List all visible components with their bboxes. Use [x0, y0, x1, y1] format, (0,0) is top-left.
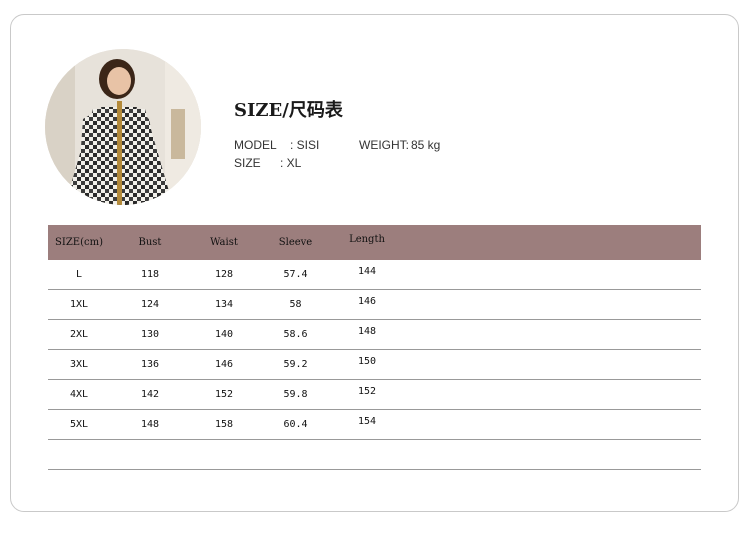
header-waist: Waist: [210, 237, 238, 248]
cell-waist: 152: [214, 389, 234, 400]
model-photo: [45, 49, 201, 205]
table-header: SIZE(cm) Bust Waist Sleeve Length: [48, 225, 701, 260]
table-row: 5XL 148 158 60.4 154: [48, 410, 701, 440]
table-row: 3XL 136 146 59.2 150: [48, 350, 701, 380]
cell-sleeve: 57.4: [283, 269, 308, 280]
cell-length: 144: [357, 266, 377, 277]
model-label: MODEL: [234, 138, 277, 152]
header-sleeve: Sleeve: [278, 237, 313, 248]
cell-length: 150: [357, 356, 377, 367]
page-title: SIZE/尺码表: [234, 100, 343, 121]
table-row: 1XL 124 134 58 146: [48, 290, 701, 320]
header-size: SIZE(cm): [55, 237, 103, 248]
cell-bust: 118: [140, 269, 160, 280]
cell-sleeve: 60.4: [283, 419, 308, 430]
table-row: L 118 128 57.4 144: [48, 260, 701, 290]
cell-size: 1XL: [69, 299, 89, 310]
cell-waist: 146: [214, 359, 234, 370]
table-row-empty: [48, 440, 701, 470]
cell-sleeve: 58.6: [283, 329, 308, 340]
cell-bust: 124: [140, 299, 160, 310]
cell-waist: 158: [214, 419, 234, 430]
weight-value: 85 kg: [411, 138, 441, 152]
model-value: : SISI: [290, 138, 320, 152]
cell-waist: 128: [214, 269, 234, 280]
cell-sleeve: 59.2: [283, 359, 308, 370]
cell-waist: 134: [214, 299, 234, 310]
header-length: Length: [349, 234, 385, 245]
cell-size: L: [75, 269, 83, 280]
cell-bust: 130: [140, 329, 160, 340]
table-row: 2XL 130 140 58.6 148: [48, 320, 701, 350]
cell-bust: 136: [140, 359, 160, 370]
cell-length: 152: [357, 386, 377, 397]
cell-length: 154: [357, 416, 377, 427]
cell-sleeve: 58: [289, 299, 302, 310]
size-label: SIZE: [234, 156, 261, 170]
header-bust: Bust: [138, 237, 162, 248]
cell-size: 4XL: [69, 389, 89, 400]
cell-size: 5XL: [69, 419, 89, 430]
cell-waist: 140: [214, 329, 234, 340]
cell-length: 146: [357, 296, 377, 307]
size-value: : XL: [280, 156, 302, 170]
size-table: SIZE(cm) Bust Waist Sleeve Length L 118 …: [48, 225, 701, 470]
cell-bust: 142: [140, 389, 160, 400]
cell-length: 148: [357, 326, 377, 337]
cell-sleeve: 59.8: [283, 389, 308, 400]
cell-size: 3XL: [69, 359, 89, 370]
table-row: 4XL 142 152 59.8 152: [48, 380, 701, 410]
weight-label: WEIGHT:: [359, 138, 409, 152]
cell-bust: 148: [140, 419, 160, 430]
cell-size: 2XL: [69, 329, 89, 340]
